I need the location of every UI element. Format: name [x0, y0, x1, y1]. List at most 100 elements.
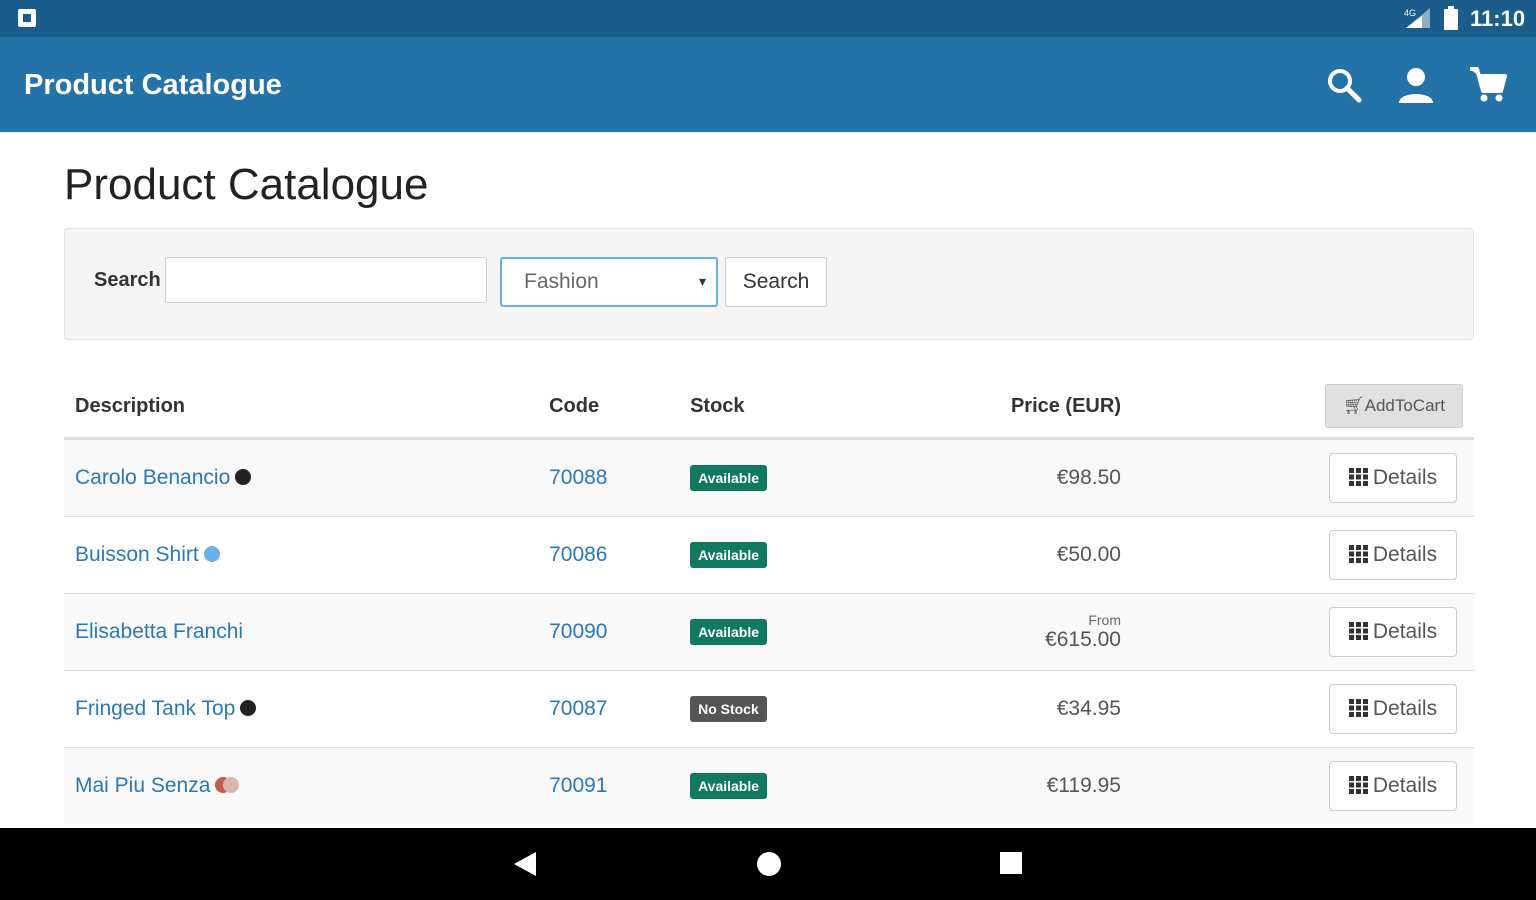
home-icon[interactable]	[755, 850, 783, 878]
cell-description: Carolo Benancio	[64, 438, 539, 517]
recents-icon[interactable]	[998, 850, 1026, 878]
price-from-label: From	[1088, 612, 1121, 628]
product-link[interactable]: Buisson Shirt	[75, 543, 199, 566]
table-row: Carolo Benancio 70088 Available €98.50 Detai…	[64, 438, 1474, 517]
cell-code: 70086	[538, 516, 680, 594]
product-code-link[interactable]: 70086	[549, 543, 607, 566]
cell-action: Details	[1142, 438, 1474, 517]
cell-description: Elisabetta Franchi	[64, 593, 539, 671]
notification-icon	[18, 9, 36, 27]
search-input[interactable]	[165, 257, 487, 303]
header-description: Description	[64, 375, 539, 440]
cell-action: Details	[1142, 593, 1474, 671]
signal-icon: 4G	[1404, 8, 1430, 28]
table-row: Buisson Shirt 70086 Available €50.00 Details	[64, 516, 1474, 594]
details-button[interactable]: Details	[1328, 530, 1457, 580]
details-label: Details	[1372, 466, 1438, 489]
cell-price: €34.95	[822, 670, 1143, 748]
cart-small-icon: 🛒︎	[1343, 396, 1365, 415]
product-code-link[interactable]: 70090	[549, 620, 607, 643]
dropdown-arrow-icon: ▾	[698, 273, 706, 289]
details-label: Details	[1372, 620, 1438, 643]
cell-code: 70091	[538, 747, 680, 824]
grid-icon	[1348, 776, 1368, 794]
main-content: Product Catalogue Search Fashion ▾ Searc…	[64, 132, 1474, 828]
cell-description: Mai Piu Senza	[64, 747, 539, 824]
app-bar: Product Catalogue	[0, 37, 1536, 132]
grid-icon	[1348, 622, 1368, 640]
cell-price: €50.00	[822, 516, 1143, 594]
search-form: Search Fashion ▾ Search	[64, 228, 1474, 340]
cell-code: 70088	[538, 438, 680, 517]
cell-action: Details	[1142, 670, 1474, 748]
details-button[interactable]: Details	[1328, 607, 1457, 657]
status-bar: 4G 11:10	[0, 0, 1536, 37]
grid-icon	[1348, 545, 1368, 563]
app-title: Product Catalogue	[24, 69, 282, 101]
add-to-cart-button[interactable]: 🛒︎AddToCart	[1324, 384, 1463, 428]
header-action: 🛒︎AddToCart	[1142, 375, 1474, 440]
grid-icon	[1348, 699, 1368, 717]
header-price: Price (EUR)	[822, 375, 1143, 440]
price-value: €119.95	[1046, 774, 1121, 797]
grid-icon	[1348, 468, 1368, 486]
stock-badge: Available	[690, 773, 768, 799]
product-link[interactable]: Mai Piu Senza	[75, 774, 210, 797]
product-code-link[interactable]: 70088	[549, 466, 607, 489]
cell-price: From €615.00	[822, 593, 1143, 671]
cell-description: Buisson Shirt	[64, 516, 539, 594]
page-title: Product Catalogue	[64, 160, 429, 209]
stock-badge: Available	[690, 619, 768, 645]
details-button[interactable]: Details	[1328, 453, 1457, 503]
cell-code: 70090	[538, 593, 680, 671]
price-value: €50.00	[1056, 543, 1121, 566]
stock-badge: Available	[690, 465, 768, 491]
color-swatch	[223, 777, 240, 793]
header-stock: Stock	[679, 375, 823, 440]
header-code: Code	[538, 375, 680, 440]
cell-price: €98.50	[822, 438, 1143, 517]
details-label: Details	[1372, 697, 1438, 720]
table-row: Elisabetta Franchi 70090 Available From €615…	[64, 593, 1474, 671]
details-button[interactable]: Details	[1328, 684, 1457, 734]
details-label: Details	[1372, 774, 1438, 797]
table-header-row: Description Code Stock Price (EUR) 🛒︎Add…	[64, 375, 1474, 440]
product-table: Description Code Stock Price (EUR) 🛒︎Add…	[64, 375, 1474, 824]
product-link[interactable]: Fringed Tank Top	[75, 697, 235, 720]
category-select[interactable]: Fashion ▾	[500, 257, 718, 307]
battery-icon	[1444, 6, 1458, 30]
stock-badge: No Stock	[690, 696, 767, 722]
account-icon[interactable]	[1396, 65, 1436, 105]
price-value: €34.95	[1056, 697, 1121, 720]
cell-description: Fringed Tank Top	[64, 670, 539, 748]
category-select-value: Fashion	[524, 270, 599, 293]
android-nav-bar	[0, 828, 1536, 900]
cell-stock: Available	[679, 593, 823, 671]
price-value: €98.50	[1056, 466, 1121, 489]
cell-price: €119.95	[822, 747, 1143, 824]
search-label: Search	[94, 269, 161, 291]
search-button[interactable]: Search	[725, 257, 827, 307]
price-value: €615.00	[1045, 628, 1121, 651]
cell-stock: Available	[679, 516, 823, 594]
stock-badge: Available	[690, 542, 768, 568]
table-row: Mai Piu Senza 70091 Available €119.95 Detail…	[64, 747, 1474, 824]
cell-code: 70087	[538, 670, 680, 748]
product-code-link[interactable]: 70087	[549, 697, 607, 720]
search-icon[interactable]	[1324, 65, 1364, 105]
back-icon[interactable]	[512, 850, 540, 878]
product-link[interactable]: Carolo Benancio	[75, 466, 230, 489]
details-button[interactable]: Details	[1328, 761, 1457, 811]
cell-stock: Available	[679, 747, 823, 824]
cell-stock: No Stock	[679, 670, 823, 748]
product-code-link[interactable]: 70091	[549, 774, 607, 797]
color-swatch	[235, 469, 252, 485]
color-swatch	[203, 546, 220, 562]
color-swatch	[240, 700, 257, 716]
add-to-cart-label: AddToCart	[1364, 396, 1445, 415]
svg-text:4G: 4G	[1404, 8, 1416, 18]
cell-stock: Available	[679, 438, 823, 517]
cart-icon[interactable]	[1468, 65, 1508, 105]
table-row: Fringed Tank Top 70087 No Stock €34.95 Detai…	[64, 670, 1474, 748]
product-link[interactable]: Elisabetta Franchi	[75, 620, 243, 643]
